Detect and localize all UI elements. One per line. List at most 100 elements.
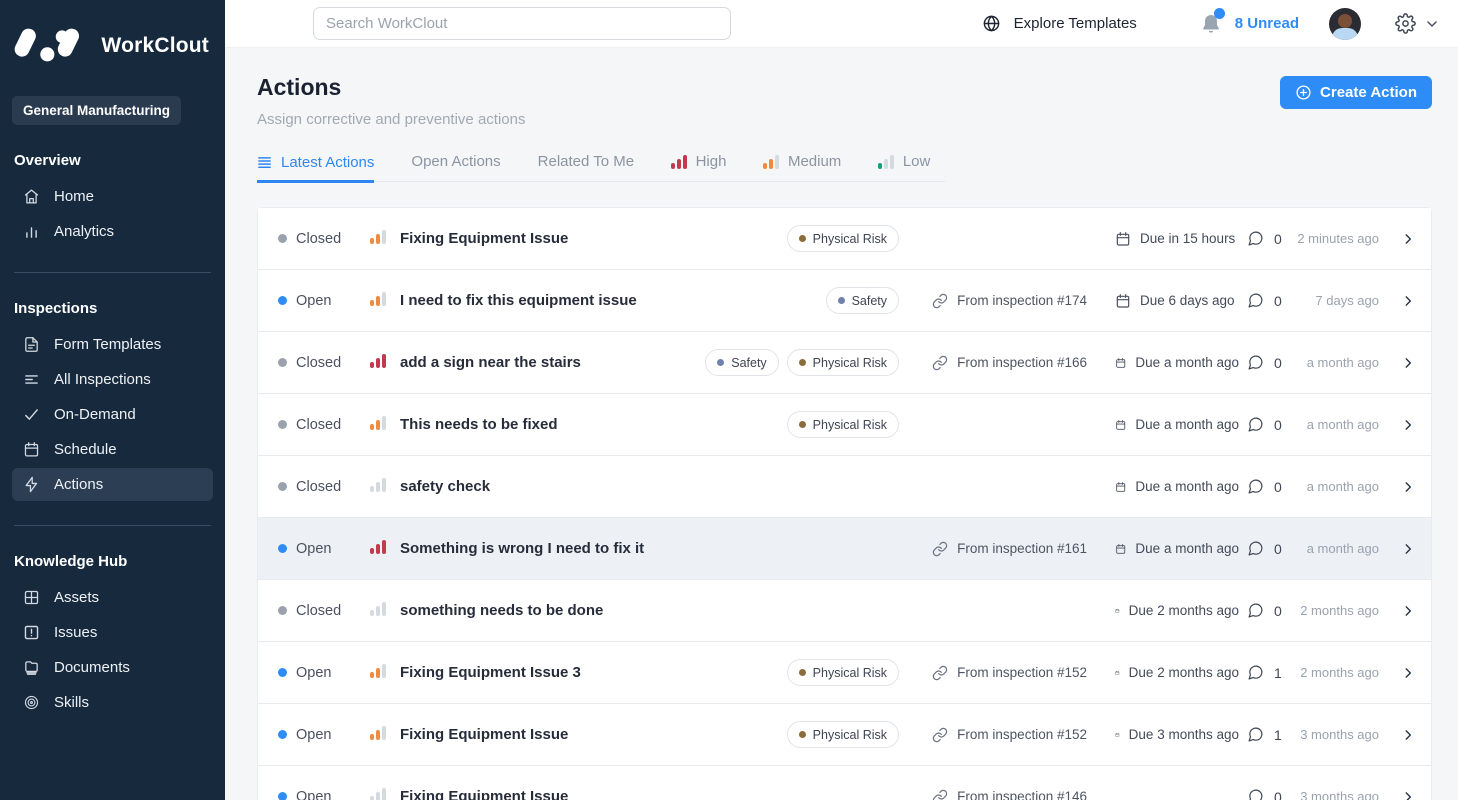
status-badge: Open <box>278 541 370 557</box>
action-row[interactable]: Open Fixing Equipment Issue From inspect… <box>258 766 1431 800</box>
calendar-icon <box>1115 293 1131 309</box>
time-ago: 2 minutes ago <box>1297 230 1379 246</box>
sidebar-item-analytics[interactable]: Analytics <box>12 215 213 248</box>
time-ago: 2 months ago <box>1300 664 1379 680</box>
create-action-label: Create Action <box>1320 84 1417 101</box>
sidebar-item-on-demand[interactable]: On-Demand <box>12 398 213 431</box>
comment-icon <box>1247 726 1264 743</box>
from-inspection[interactable]: From inspection #152 <box>911 665 1087 681</box>
status-badge: Closed <box>278 479 370 495</box>
tab-low[interactable]: Low <box>878 153 930 181</box>
from-inspection[interactable]: From inspection #166 <box>911 355 1087 371</box>
status-label: Closed <box>296 230 342 247</box>
sidebar-item-label: Home <box>54 188 95 206</box>
comments-count[interactable]: 0 <box>1239 230 1293 247</box>
tag-physical-risk[interactable]: Physical Risk <box>786 349 899 376</box>
tag-physical-risk[interactable]: Physical Risk <box>786 225 899 252</box>
comments-number: 0 <box>1274 602 1282 619</box>
calendar-icon <box>1115 727 1120 743</box>
status-dot <box>278 792 287 800</box>
sidebar-item-documents[interactable]: Documents <box>12 651 213 684</box>
action-title: Fixing Equipment Issue <box>400 788 569 800</box>
action-row[interactable]: Open Fixing Equipment Issue 3 Physical R… <box>258 642 1431 704</box>
due-date: Due a month ago <box>1087 355 1239 371</box>
comments-count[interactable]: 0 <box>1239 478 1293 495</box>
comment-icon <box>1247 540 1264 557</box>
action-row[interactable]: Closed add a sign near the stairs Safety… <box>258 332 1431 394</box>
gear-icon[interactable] <box>1395 13 1416 34</box>
tag-physical-risk[interactable]: Physical Risk <box>786 721 899 748</box>
tab-open-actions[interactable]: Open Actions <box>411 153 500 181</box>
status-dot <box>278 358 287 367</box>
list-icon <box>257 155 272 170</box>
create-action-button[interactable]: Create Action <box>1280 76 1432 109</box>
sidebar-item-form-templates[interactable]: Form Templates <box>12 328 213 361</box>
from-inspection[interactable]: From inspection #152 <box>911 727 1087 743</box>
chevron-right-icon <box>1401 604 1415 618</box>
sidebar-item-label: All Inspections <box>54 371 151 389</box>
sidebar: WorkClout General Manufacturing Overview… <box>0 0 225 800</box>
action-row[interactable]: Closed safety check Due a month ago 0 a … <box>258 456 1431 518</box>
comments-count[interactable]: 1 <box>1239 664 1293 681</box>
search-input[interactable] <box>313 7 731 40</box>
comments-count[interactable]: 0 <box>1239 602 1293 619</box>
comments-count[interactable]: 1 <box>1239 726 1293 743</box>
sidebar-item-label: Schedule <box>54 441 117 459</box>
tab-high[interactable]: High <box>671 153 726 181</box>
comments-count[interactable]: 0 <box>1239 540 1293 557</box>
notifications-button[interactable]: 8 Unread <box>1199 7 1299 36</box>
status-dot <box>278 296 287 305</box>
sidebar-item-skills[interactable]: Skills <box>12 686 213 719</box>
time-ago: 7 days ago <box>1315 292 1379 308</box>
comments-count[interactable]: 0 <box>1239 416 1293 433</box>
tag-physical-risk[interactable]: Physical Risk <box>786 411 899 438</box>
action-row[interactable]: Open Something is wrong I need to fix it… <box>258 518 1431 580</box>
comments-count[interactable]: 0 <box>1239 292 1293 309</box>
sidebar-nav: Overview Home Analytics Inspections Form… <box>0 125 225 719</box>
comments-count[interactable]: 0 <box>1239 354 1293 371</box>
action-row[interactable]: Closed Fixing Equipment Issue Physical R… <box>258 208 1431 270</box>
chevron-down-icon[interactable] <box>1424 16 1440 32</box>
due-label: Due a month ago <box>1135 355 1239 370</box>
status-dot <box>278 482 287 491</box>
sidebar-item-actions[interactable]: Actions <box>12 468 213 502</box>
explore-templates-button[interactable]: Explore Templates <box>982 14 1137 33</box>
action-row[interactable]: Open I need to fix this equipment issue … <box>258 270 1431 332</box>
due-label: Due a month ago <box>1135 479 1239 494</box>
status-badge: Open <box>278 665 370 681</box>
workclout-logo[interactable]: WorkClout <box>0 0 225 69</box>
sidebar-item-issues[interactable]: Issues <box>12 616 213 649</box>
tab-medium[interactable]: Medium <box>763 153 841 181</box>
tab-latest-actions[interactable]: Latest Actions <box>257 153 375 183</box>
comments-count[interactable]: 0 <box>1239 788 1293 800</box>
tag-safety[interactable]: Safety <box>825 287 899 314</box>
from-inspection[interactable]: From inspection #146 <box>911 789 1087 800</box>
from-inspection[interactable]: From inspection #174 <box>911 293 1087 309</box>
sidebar-item-schedule[interactable]: Schedule <box>12 433 213 466</box>
action-row[interactable]: Closed This needs to be fixed Physical R… <box>258 394 1431 456</box>
plus-circle-icon <box>1295 84 1312 101</box>
brand-name: WorkClout <box>101 33 209 57</box>
from-inspection[interactable]: From inspection #161 <box>911 541 1087 557</box>
sidebar-item-label: Actions <box>54 476 104 494</box>
avatar[interactable] <box>1329 7 1361 40</box>
tab-related-to-me[interactable]: Related To Me <box>538 153 634 181</box>
sidebar-section-knowledge-hub: Knowledge Hub <box>14 553 128 571</box>
workspace-badge[interactable]: General Manufacturing <box>12 96 182 126</box>
chevron-right-icon <box>1401 666 1415 680</box>
priority-high-icon <box>370 353 386 368</box>
sidebar-item-home[interactable]: Home <box>12 180 213 213</box>
action-row[interactable]: Open Fixing Equipment Issue Physical Ris… <box>258 704 1431 766</box>
sidebar-item-assets[interactable]: Assets <box>12 581 213 614</box>
comments-number: 1 <box>1274 726 1282 743</box>
tag-safety[interactable]: Safety <box>705 349 779 376</box>
due-label: Due 6 days ago <box>1140 293 1235 308</box>
tag-dot <box>717 359 725 366</box>
comment-icon <box>1247 602 1264 619</box>
link-icon <box>932 293 948 309</box>
due-label: Due in 15 hours <box>1140 231 1236 246</box>
status-dot <box>278 668 287 677</box>
action-row[interactable]: Closed something needs to be done Due 2 … <box>258 580 1431 642</box>
tag-physical-risk[interactable]: Physical Risk <box>786 659 899 686</box>
sidebar-item-all-inspections[interactable]: All Inspections <box>12 363 213 396</box>
